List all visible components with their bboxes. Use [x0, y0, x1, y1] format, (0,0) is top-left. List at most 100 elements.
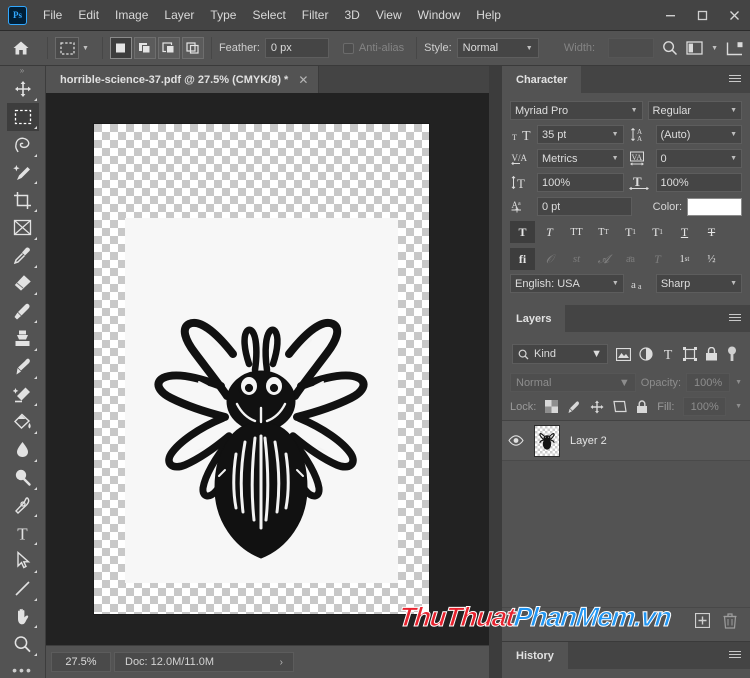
- font-family-select[interactable]: Myriad Pro ▼: [510, 101, 643, 120]
- clone-stamp-tool[interactable]: [7, 325, 39, 353]
- history-brush-tool[interactable]: [7, 353, 39, 381]
- lock-artboard-nesting-icon[interactable]: [613, 400, 627, 413]
- zoom-tool[interactable]: [7, 630, 39, 658]
- menu-view[interactable]: View: [368, 4, 410, 26]
- shape-layers-icon[interactable]: [683, 347, 697, 361]
- lasso-tool[interactable]: [7, 131, 39, 159]
- filter-toggle-icon[interactable]: [726, 346, 738, 362]
- gradient-tool[interactable]: [7, 408, 39, 436]
- chevron-down-icon[interactable]: ▼: [711, 45, 718, 52]
- style-select[interactable]: Normal ▼: [456, 38, 539, 58]
- menu-image[interactable]: Image: [107, 4, 156, 26]
- toolbar-grip[interactable]: »: [0, 66, 45, 75]
- blend-mode-select[interactable]: Normal ▼: [510, 373, 636, 392]
- adjustment-layers-icon[interactable]: [639, 347, 653, 361]
- panel-menu-icon[interactable]: [729, 314, 741, 321]
- delete-layer-icon[interactable]: [722, 612, 738, 629]
- pen-tool[interactable]: [7, 492, 39, 520]
- menu-layer[interactable]: Layer: [156, 4, 202, 26]
- smart-object-icon[interactable]: [705, 347, 718, 361]
- panel-dock-collapse-bar[interactable]: [489, 66, 502, 678]
- discretionary-ligatures-button[interactable]: st: [564, 248, 589, 270]
- home-icon[interactable]: [12, 40, 30, 56]
- chevron-right-icon[interactable]: ›: [280, 657, 283, 668]
- rectangular-marquee-tool[interactable]: [6, 103, 39, 131]
- swash-button[interactable]: 𝓐: [591, 248, 616, 270]
- move-tool[interactable]: [7, 75, 39, 103]
- workspace-icon[interactable]: [686, 41, 703, 55]
- leading-input[interactable]: (Auto) ▼: [655, 125, 742, 144]
- crop-tool[interactable]: [7, 186, 39, 214]
- width-input[interactable]: [608, 38, 655, 58]
- fractions-button[interactable]: ½: [699, 248, 724, 270]
- tab-character[interactable]: Character: [502, 66, 582, 93]
- oldstyle-button[interactable]: aͣa: [618, 248, 643, 270]
- edit-toolbar-button[interactable]: •••: [12, 662, 33, 678]
- lock-image-pixels-icon[interactable]: [567, 400, 581, 414]
- tool-preset-picker[interactable]: ▼: [55, 37, 89, 59]
- spot-healing-brush-tool[interactable]: [7, 270, 39, 298]
- layer-visibility-icon[interactable]: [508, 435, 524, 446]
- rectangular-marquee-icon[interactable]: [55, 37, 79, 59]
- frame-tool[interactable]: [7, 214, 39, 242]
- zoom-level-input[interactable]: 27.5%: [51, 652, 111, 672]
- language-select[interactable]: English: USA ▼: [510, 274, 624, 293]
- faux-bold-button[interactable]: T: [510, 221, 535, 243]
- all-caps-button[interactable]: TT: [564, 221, 589, 243]
- baseline-shift-input[interactable]: 0 pt: [537, 197, 632, 216]
- lock-transparent-pixels-icon[interactable]: [545, 400, 559, 413]
- font-size-input[interactable]: 35 pt ▼: [537, 125, 624, 144]
- close-button[interactable]: [718, 0, 750, 31]
- chevron-down-icon[interactable]: ▼: [735, 379, 742, 386]
- new-selection-button[interactable]: [109, 37, 132, 59]
- underline-button[interactable]: T: [672, 221, 697, 243]
- font-style-select[interactable]: Regular ▼: [647, 101, 742, 120]
- faux-italic-button[interactable]: T: [537, 221, 562, 243]
- strikethrough-button[interactable]: T: [699, 221, 724, 243]
- menu-window[interactable]: Window: [410, 4, 469, 26]
- small-caps-button[interactable]: TT: [591, 221, 616, 243]
- table-row[interactable]: Layer 2: [502, 421, 750, 461]
- tab-history[interactable]: History: [502, 642, 568, 669]
- dodge-tool[interactable]: [7, 464, 39, 492]
- anti-alias-checkbox[interactable]: [342, 42, 354, 54]
- lock-position-icon[interactable]: [590, 400, 604, 414]
- ordinals-button[interactable]: 1st: [672, 248, 697, 270]
- layer-filter-kind-select[interactable]: Kind ▼: [512, 344, 608, 364]
- line-tool[interactable]: [7, 575, 39, 603]
- layer-thumbnail[interactable]: [534, 424, 560, 457]
- lock-all-icon[interactable]: [636, 399, 648, 414]
- menu-select[interactable]: Select: [244, 4, 293, 26]
- superscript-button[interactable]: T1: [618, 221, 643, 243]
- chevron-down-icon[interactable]: ▼: [735, 403, 742, 410]
- path-selection-tool[interactable]: [7, 547, 39, 575]
- arrange-documents-icon[interactable]: [726, 41, 744, 56]
- opacity-input[interactable]: 100%: [686, 373, 731, 392]
- menu-file[interactable]: File: [35, 4, 70, 26]
- tracking-input[interactable]: 0 ▼: [655, 149, 742, 168]
- maximize-button[interactable]: [686, 0, 718, 31]
- panel-menu-icon[interactable]: [729, 651, 741, 658]
- add-to-selection-button[interactable]: [133, 37, 156, 59]
- new-layer-icon[interactable]: [694, 613, 710, 629]
- standard-ligatures-button[interactable]: fi: [510, 248, 535, 270]
- panel-menu-icon[interactable]: [729, 75, 741, 82]
- search-icon[interactable]: [662, 40, 678, 56]
- close-icon[interactable]: ✕: [298, 73, 308, 87]
- type-layers-icon[interactable]: T: [661, 347, 675, 361]
- anti-alias-method-select[interactable]: Sharp ▼: [655, 274, 742, 293]
- document-canvas[interactable]: [94, 124, 429, 614]
- menu-filter[interactable]: Filter: [294, 4, 337, 26]
- menu-help[interactable]: Help: [468, 4, 509, 26]
- intersect-selection-button[interactable]: [181, 37, 204, 59]
- eraser-tool[interactable]: [7, 381, 39, 409]
- horizontal-scale-input[interactable]: 100%: [655, 173, 742, 192]
- type-tool[interactable]: T: [7, 519, 39, 547]
- menu-3d[interactable]: 3D: [336, 4, 367, 26]
- subtract-from-selection-button[interactable]: [157, 37, 180, 59]
- subscript-button[interactable]: T1: [645, 221, 670, 243]
- vertical-scale-input[interactable]: 100%: [537, 173, 624, 192]
- pixel-layers-icon[interactable]: [616, 347, 631, 361]
- blur-tool[interactable]: [7, 436, 39, 464]
- chevron-down-icon[interactable]: ▼: [82, 45, 89, 52]
